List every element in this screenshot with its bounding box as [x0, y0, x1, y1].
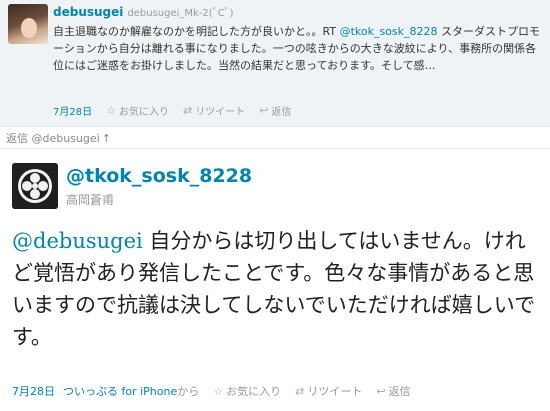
- display-name: debusugei_Mk-2(ﾟCﾟ): [127, 8, 234, 19]
- retweet-button[interactable]: ⇄ リツイート: [295, 383, 362, 399]
- tweet-text: 自主退職なのか解雇なのかを明記した方が良いかと。。RT @tkok_sosk_8…: [53, 23, 543, 74]
- client-link[interactable]: ついっぷる for iPhone: [63, 383, 177, 399]
- timestamp-link[interactable]: 7月28日: [53, 103, 92, 118]
- screen-name-link[interactable]: @tkok_sosk_8228: [66, 165, 252, 187]
- client-suffix: から: [177, 385, 200, 398]
- retweet-label: リツイート: [195, 107, 246, 118]
- tweet-actions: 7月28日 ☆ お気に入り ⇄ リツイート ↩ 返信: [53, 103, 291, 118]
- mention-link[interactable]: @debusugei: [12, 229, 143, 253]
- family-crest-avatar: [12, 163, 58, 209]
- reply-icon: ↩: [376, 384, 386, 398]
- star-icon: ☆: [106, 104, 116, 117]
- reply-label: 返信: [271, 107, 292, 118]
- retweet-icon: ⇄: [295, 384, 305, 398]
- tweet-actions: 7月28日 ついっぷる for iPhone から ☆ お気に入り ⇄ リツイート…: [12, 383, 411, 399]
- screen-name-link[interactable]: debusugei: [53, 5, 123, 19]
- reply-label: 返信: [388, 385, 411, 398]
- reply-button[interactable]: ↩ 返信: [259, 103, 291, 118]
- tweet-text-part: 自主退職なのか解雇なのかを明記した方が良いかと。。RT: [53, 25, 340, 38]
- retweet-icon: ⇄: [182, 104, 193, 117]
- reply-button[interactable]: ↩ 返信: [376, 383, 410, 399]
- favorite-button[interactable]: ☆ お気に入り: [106, 103, 169, 118]
- tweet-text: @debusugei 自分からは切り出してはいません。けれど覚悟があり発信したこ…: [12, 225, 540, 353]
- reply-icon: ↩: [259, 104, 269, 117]
- favorite-label: お気に入り: [226, 385, 282, 398]
- star-icon: ☆: [213, 384, 224, 398]
- favorite-button[interactable]: ☆ お気に入り: [213, 383, 281, 399]
- main-tweet: @tkok_sosk_8228 高岡蒼甫 @debusugei 自分からは切り出…: [0, 148, 550, 411]
- timestamp-link[interactable]: 7月28日: [12, 383, 55, 399]
- retweet-label: リツイート: [307, 385, 363, 398]
- retweet-button[interactable]: ⇄ リツイート: [183, 103, 245, 118]
- in-reply-to-label: 返信 @debusugei: [6, 132, 100, 145]
- up-arrow-icon: ↑: [101, 132, 111, 145]
- display-name: 高岡蒼甫: [66, 193, 115, 207]
- previous-tweet: debusugei debusugei_Mk-2(ﾟCﾟ) 自主退職なのか解雇なの…: [0, 0, 550, 127]
- favorite-label: お気に入り: [118, 107, 169, 118]
- mention-link[interactable]: @tkok_sosk_8228: [340, 25, 438, 38]
- in-reply-to-link[interactable]: 返信 @debusugei ↑: [6, 130, 111, 146]
- avatar[interactable]: [12, 163, 58, 209]
- avatar-face: [21, 18, 37, 38]
- tweet-header: debusugei debusugei_Mk-2(ﾟCﾟ): [53, 4, 234, 19]
- avatar[interactable]: [8, 4, 48, 44]
